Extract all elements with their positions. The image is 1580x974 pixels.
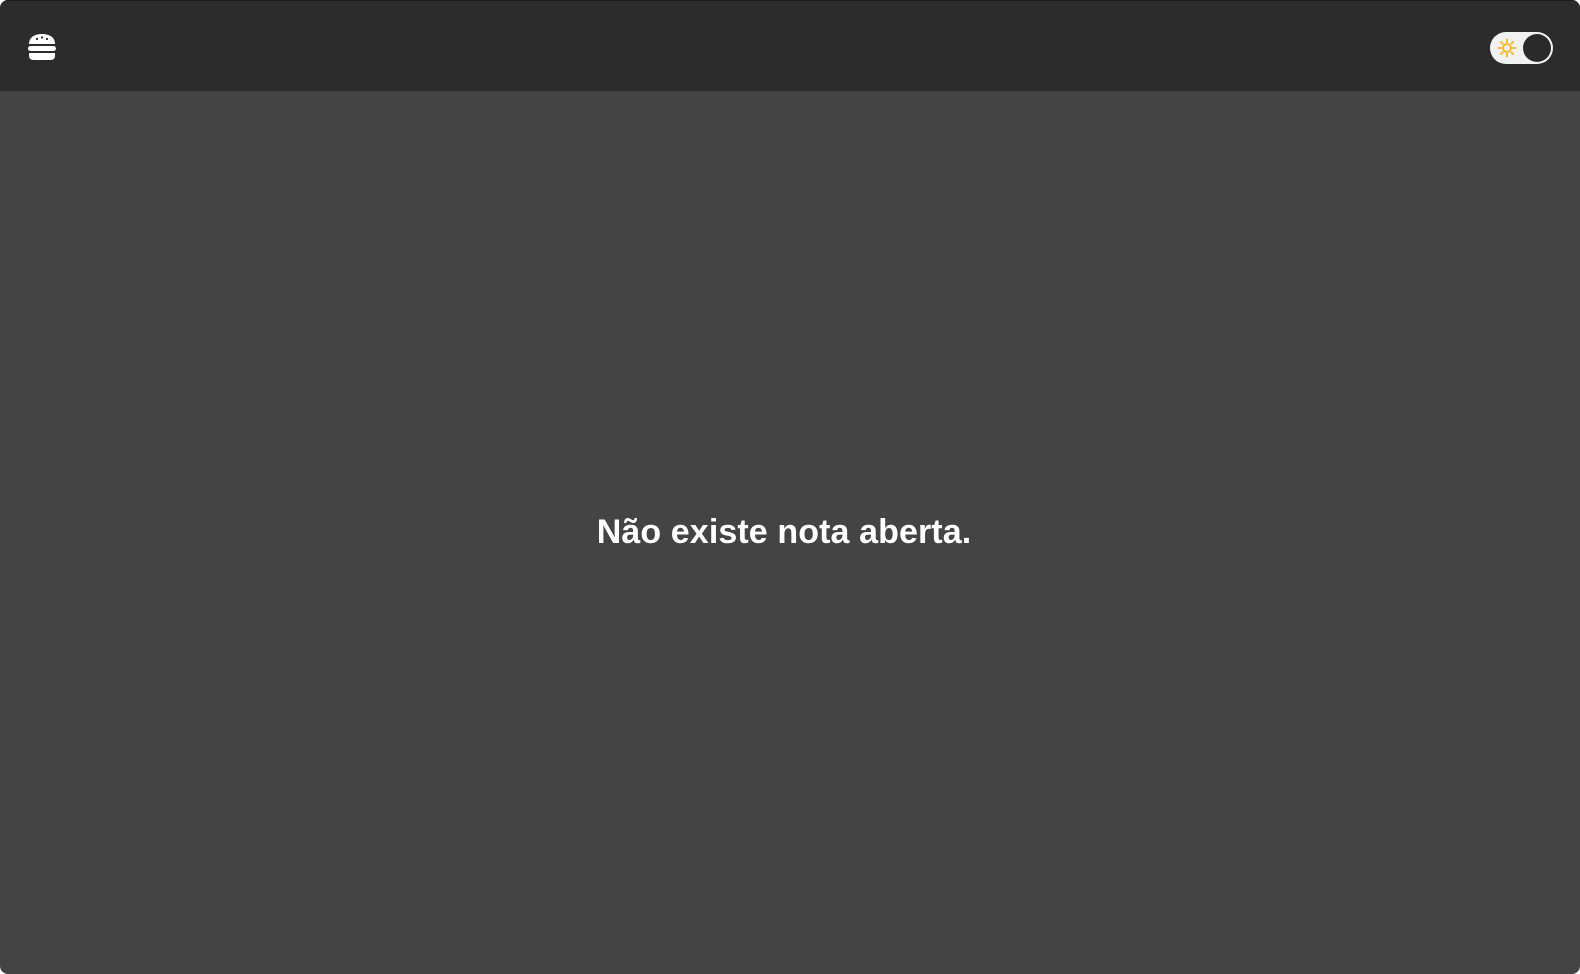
- menu-button[interactable]: [26, 31, 58, 63]
- main-content: Não existe nota aberta.: [0, 91, 1580, 974]
- empty-state-message: Não existe nota aberta.: [596, 512, 972, 551]
- theme-toggle[interactable]: [1490, 32, 1553, 64]
- sun-icon: [1497, 38, 1517, 58]
- toggle-knob: [1523, 34, 1551, 62]
- app-window: Não existe nota aberta.: [0, 0, 1580, 974]
- top-bar: [0, 0, 1580, 91]
- hamburger-icon: [28, 34, 56, 60]
